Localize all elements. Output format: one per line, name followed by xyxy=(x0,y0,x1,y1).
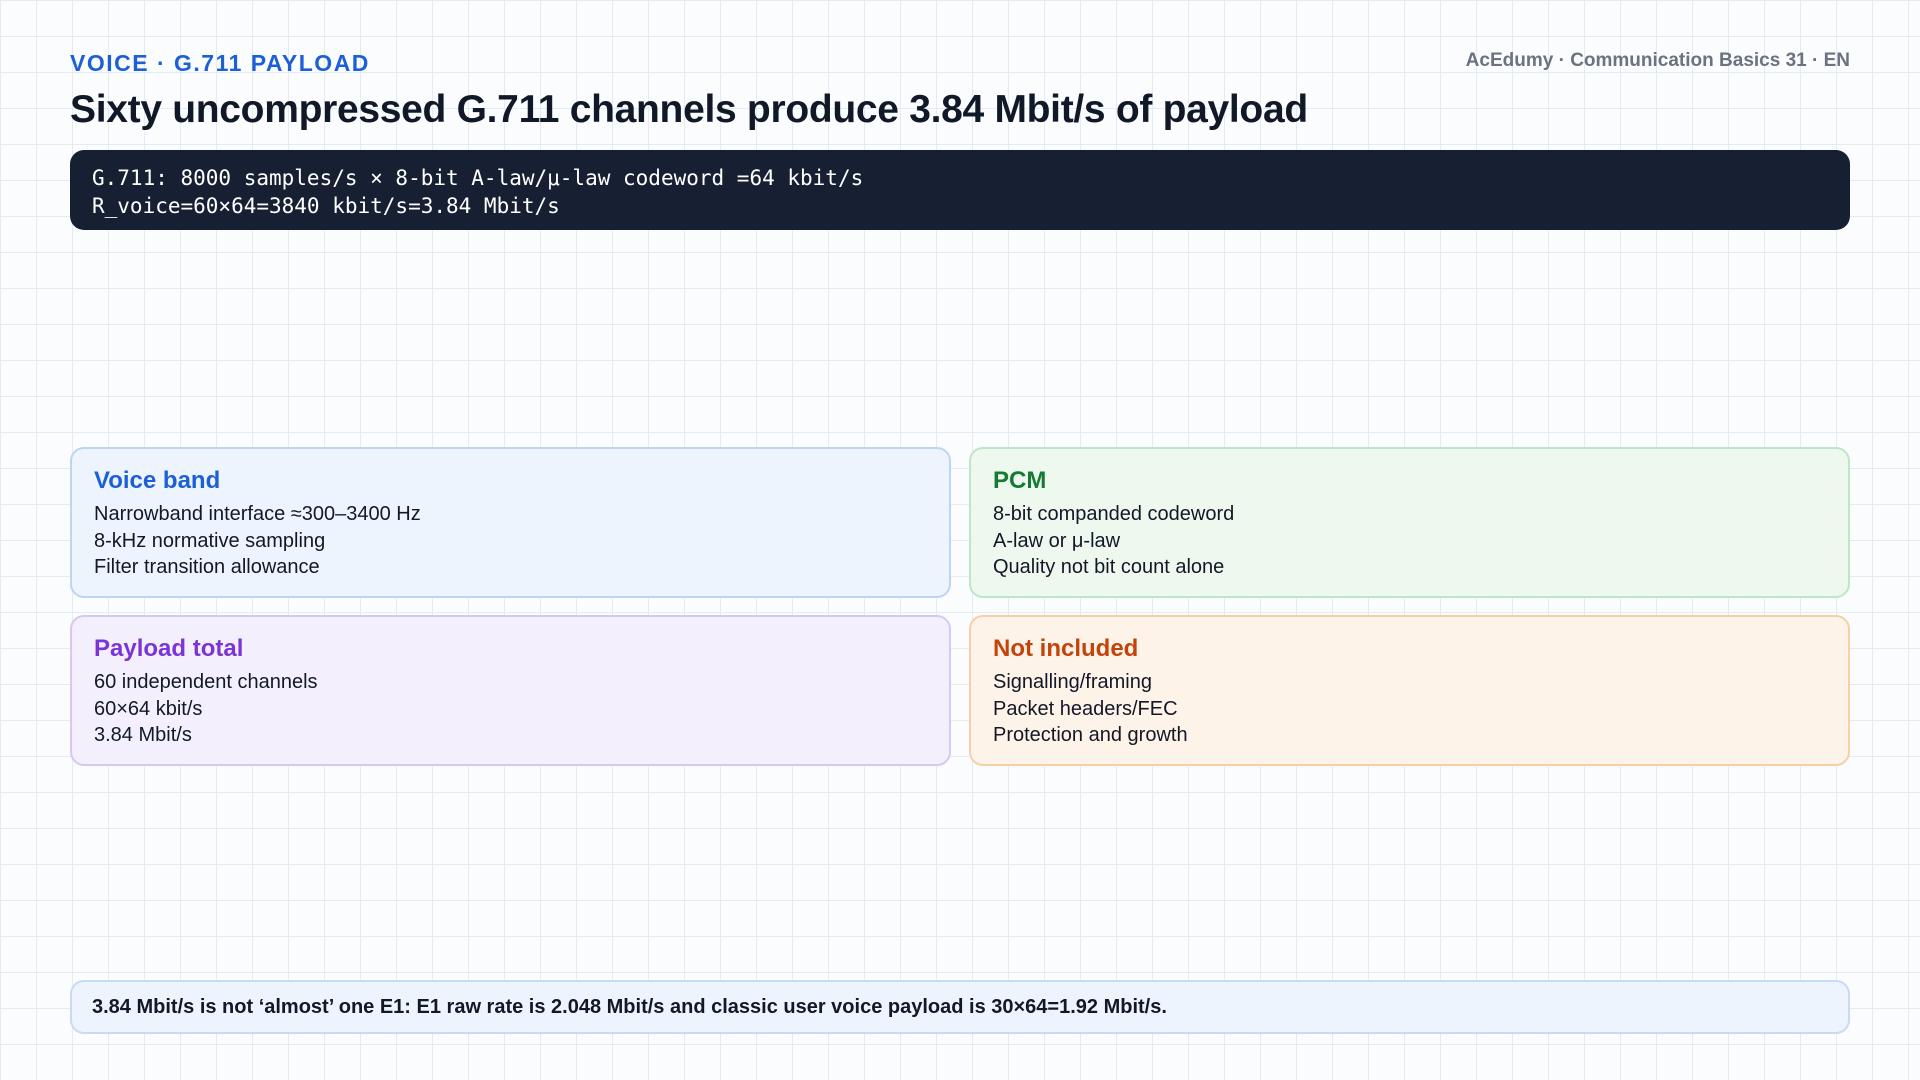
page-title: Sixty uncompressed G.711 channels produc… xyxy=(70,88,1308,131)
footnote-callout: 3.84 Mbit/s is not ‘almost’ one E1: E1 r… xyxy=(70,980,1850,1034)
card-title: Payload total xyxy=(94,635,244,662)
card-line: 8-kHz normative sampling xyxy=(94,529,326,552)
formula-line-1: G.711: 8000 samples/s × 8-bit A-law/μ-la… xyxy=(92,166,864,190)
card-line: 3.84 Mbit/s xyxy=(94,724,192,746)
card-line: Narrowband interface ≈300–3400 Hz xyxy=(94,503,421,525)
card-voice-band: Voice band Narrowband interface ≈300–340… xyxy=(70,447,951,598)
formula-line-2: R_voice=60×64=3840 kbit/s=3.84 Mbit/s xyxy=(92,194,560,218)
card-line: Quality not bit count alone xyxy=(993,556,1225,578)
card-line: Signalling/framing xyxy=(993,671,1152,693)
section-eyebrow: VOICE · G.711 PAYLOAD xyxy=(70,50,370,76)
card-line: Filter transition allowance xyxy=(94,556,320,578)
card-title: Voice band xyxy=(94,467,221,494)
formula-block: G.711: 8000 samples/s × 8-bit A-law/μ-la… xyxy=(70,150,1850,230)
card-line: 8-bit companded codeword xyxy=(993,503,1235,525)
card-pcm: PCM 8-bit companded codeword A-law or μ-… xyxy=(969,447,1850,598)
card-line: 60 independent channels xyxy=(94,671,318,693)
course-brand: AcEdumy · Communication Basics 31 · EN xyxy=(1465,50,1850,71)
card-line: A-law or μ-law xyxy=(993,529,1121,552)
card-line: Packet headers/FEC xyxy=(993,697,1178,720)
card-payload-total: Payload total 60 independent channels 60… xyxy=(70,615,951,766)
card-line: 60×64 kbit/s xyxy=(94,697,203,720)
card-title: PCM xyxy=(993,467,1047,494)
card-title: Not included xyxy=(993,635,1139,662)
card-not-included: Not included Signalling/framing Packet h… xyxy=(969,615,1850,766)
card-line: Protection and growth xyxy=(993,724,1188,746)
